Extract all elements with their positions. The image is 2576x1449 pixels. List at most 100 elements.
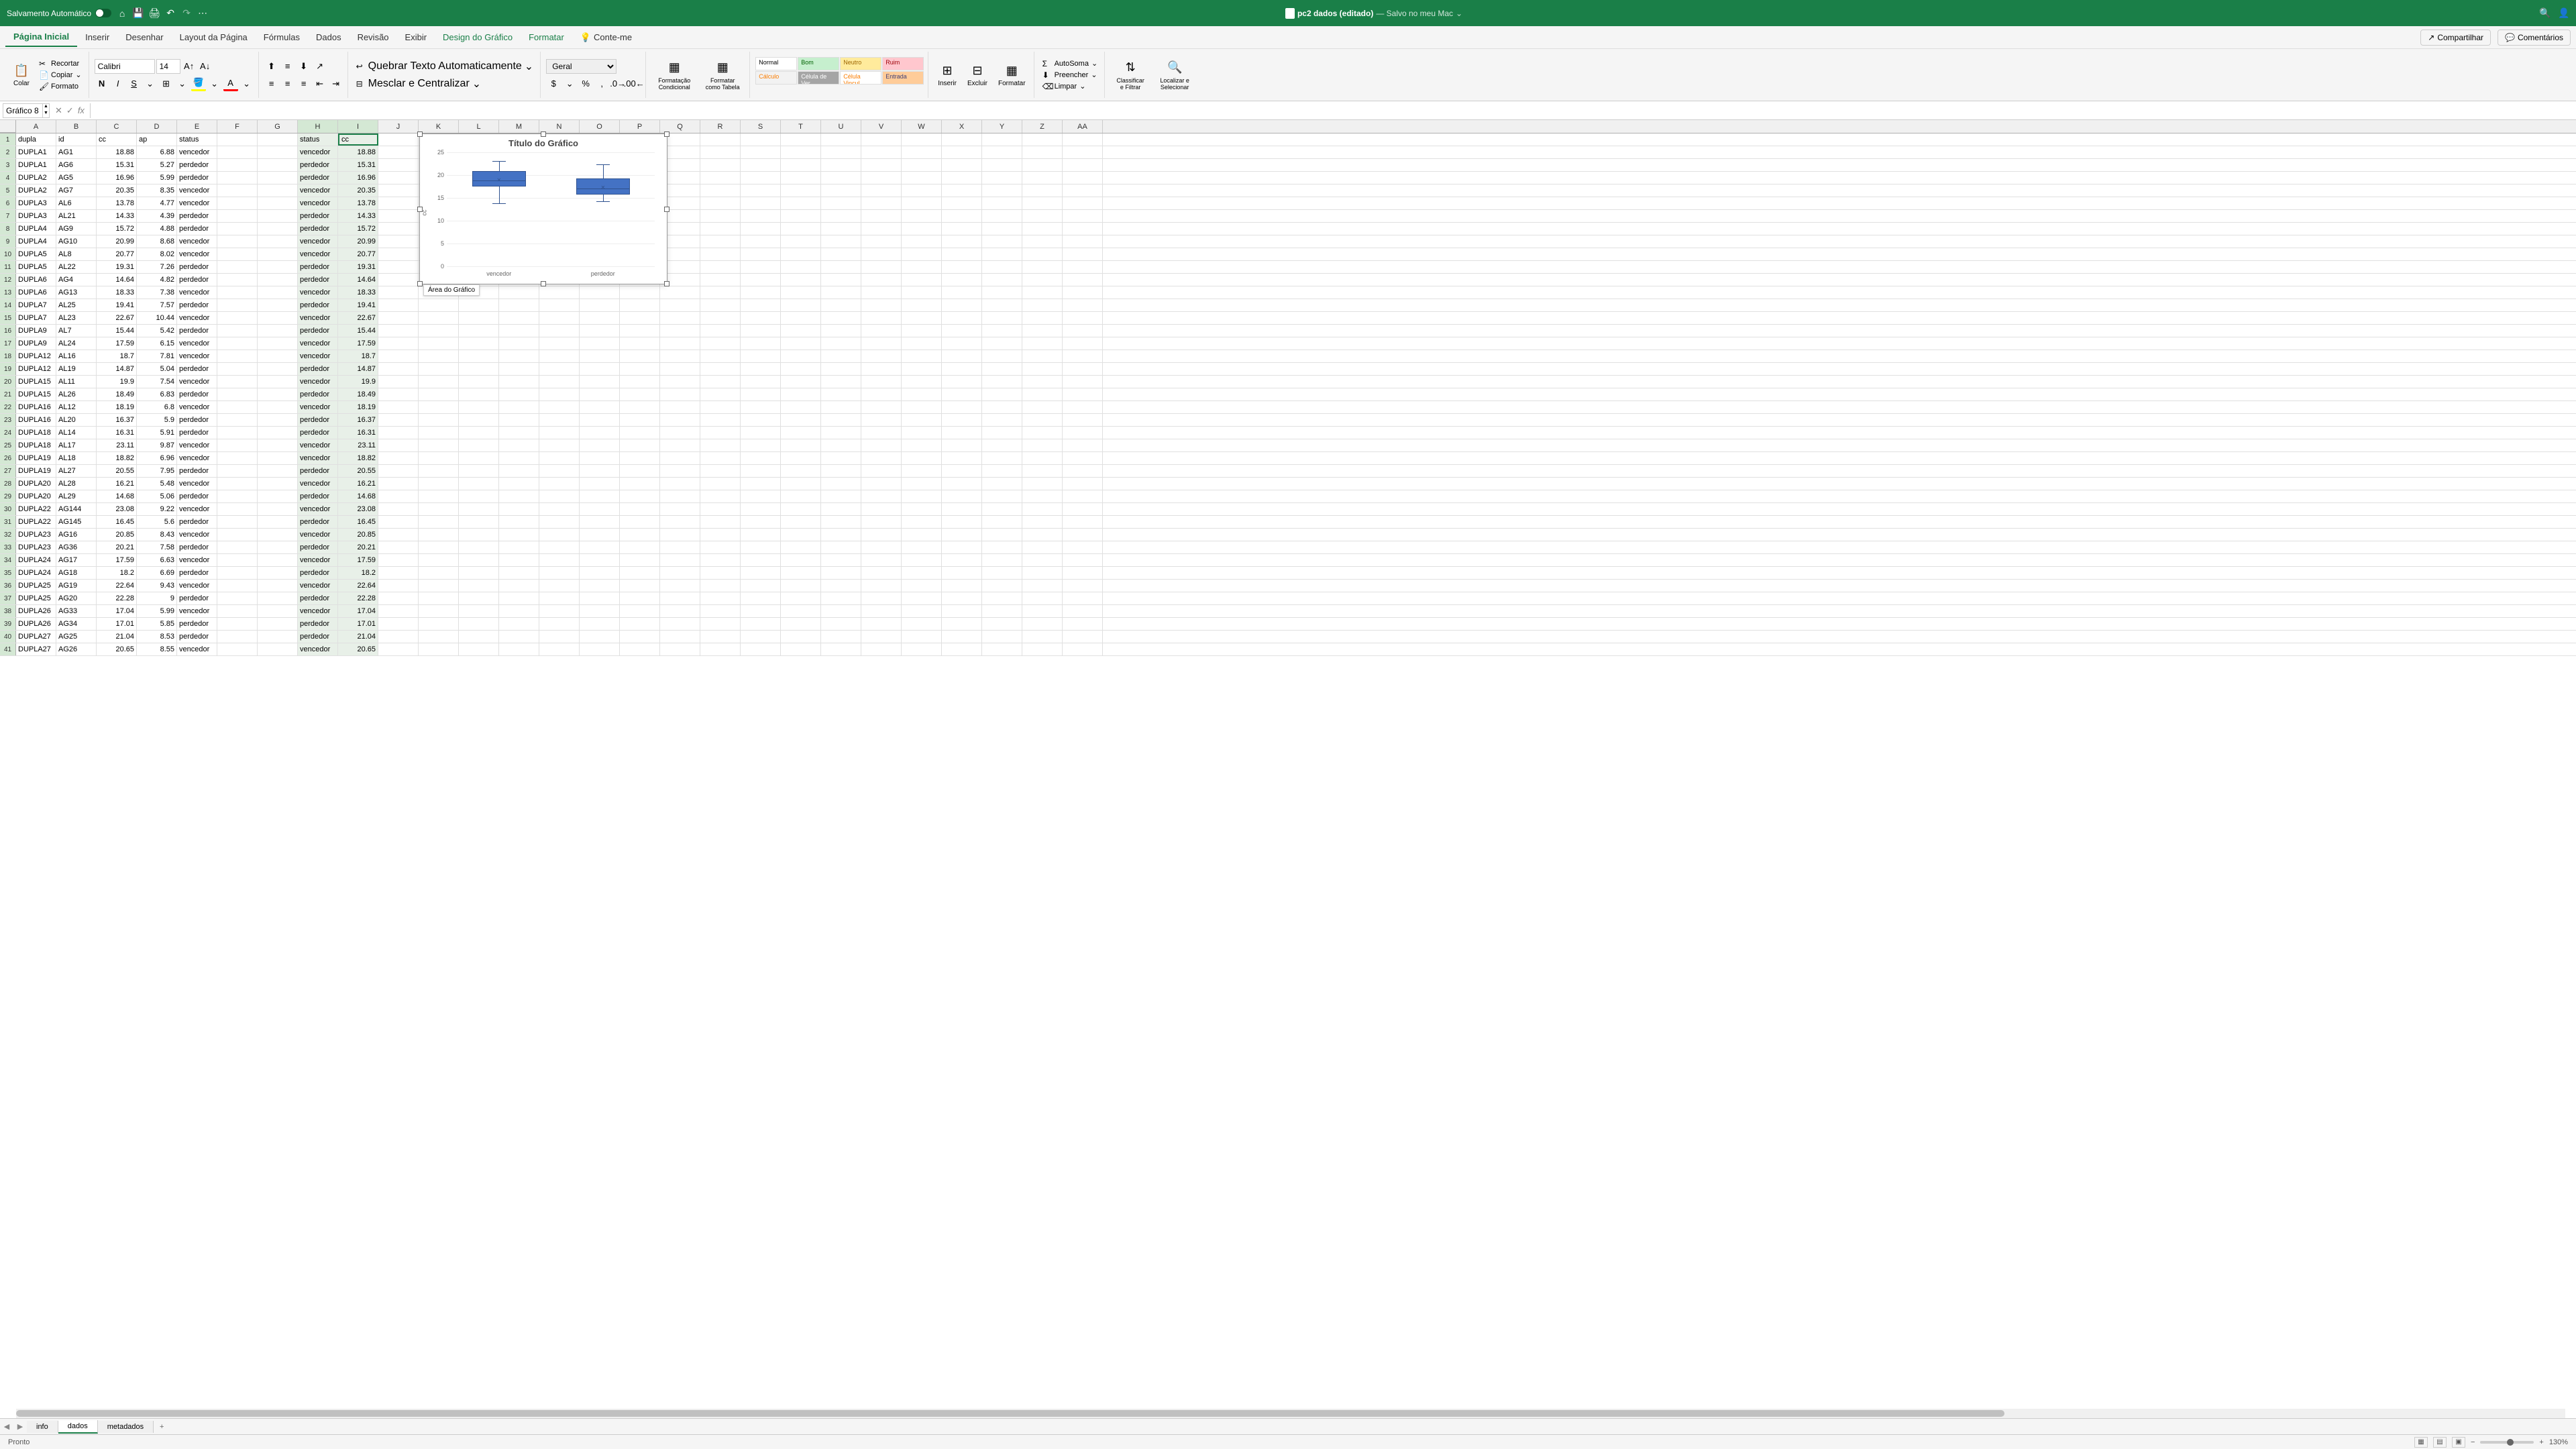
cell[interactable]: vencedor <box>177 197 217 209</box>
cell[interactable] <box>700 490 741 502</box>
account-icon[interactable]: 👤 <box>2559 8 2569 19</box>
cell[interactable]: AL25 <box>56 299 97 311</box>
cell[interactable]: vencedor <box>177 605 217 617</box>
cell[interactable]: 22.64 <box>97 580 137 592</box>
cell[interactable]: DUPLA15 <box>16 376 56 388</box>
cell[interactable] <box>459 465 499 477</box>
cell[interactable] <box>902 516 942 528</box>
cell[interactable] <box>781 363 821 375</box>
cell[interactable] <box>700 439 741 451</box>
cell[interactable] <box>620 376 660 388</box>
cell[interactable] <box>1063 605 1103 617</box>
cell[interactable] <box>700 299 741 311</box>
cell[interactable]: perdedor <box>177 516 217 528</box>
cell[interactable] <box>1063 159 1103 171</box>
cell[interactable] <box>660 605 700 617</box>
cell[interactable]: 19.31 <box>97 261 137 273</box>
cell[interactable] <box>781 643 821 655</box>
cell[interactable] <box>580 503 620 515</box>
cell[interactable]: 5.91 <box>137 427 177 439</box>
cell[interactable] <box>419 376 459 388</box>
cell[interactable] <box>781 401 821 413</box>
cell[interactable] <box>741 503 781 515</box>
cell[interactable]: DUPLA9 <box>16 337 56 350</box>
cell[interactable]: 5.48 <box>137 478 177 490</box>
cell[interactable]: vencedor <box>298 235 338 248</box>
cell[interactable] <box>861 439 902 451</box>
cell[interactable]: 7.57 <box>137 299 177 311</box>
cell[interactable] <box>459 478 499 490</box>
row-header-11[interactable]: 11 <box>0 261 16 273</box>
cell[interactable] <box>419 325 459 337</box>
cell[interactable] <box>982 210 1022 222</box>
tab-page-layout[interactable]: Layout da Página <box>172 28 256 46</box>
cell[interactable]: perdedor <box>177 631 217 643</box>
decrease-indent-button[interactable]: ⇤ <box>313 76 327 91</box>
cell[interactable] <box>217 452 258 464</box>
cell[interactable] <box>1022 274 1063 286</box>
cell[interactable] <box>258 478 298 490</box>
col-header-E[interactable]: E <box>177 120 217 133</box>
print-icon[interactable]: 🖨 <box>149 8 160 19</box>
cell[interactable] <box>378 210 419 222</box>
cell[interactable] <box>499 427 539 439</box>
cell[interactable] <box>942 197 982 209</box>
cell[interactable] <box>1022 146 1063 158</box>
cell[interactable]: DUPLA27 <box>16 643 56 655</box>
page-layout-view-button[interactable]: ▤ <box>2433 1437 2447 1448</box>
font-name-select[interactable] <box>95 59 155 74</box>
cell[interactable] <box>258 286 298 299</box>
cell[interactable] <box>942 541 982 553</box>
cell[interactable] <box>861 554 902 566</box>
cell[interactable] <box>902 567 942 579</box>
cell[interactable]: DUPLA22 <box>16 516 56 528</box>
cell[interactable] <box>459 541 499 553</box>
cell[interactable]: vencedor <box>177 350 217 362</box>
zoom-slider[interactable] <box>2480 1441 2534 1444</box>
row-header-40[interactable]: 40 <box>0 631 16 643</box>
cell[interactable] <box>942 439 982 451</box>
cell[interactable] <box>539 401 580 413</box>
cell[interactable] <box>660 388 700 400</box>
cell[interactable] <box>459 376 499 388</box>
fill-button[interactable]: ⬇Preencher⌄ <box>1040 70 1101 80</box>
cell[interactable] <box>781 554 821 566</box>
cell[interactable] <box>781 210 821 222</box>
cell[interactable] <box>499 541 539 553</box>
cell[interactable] <box>580 490 620 502</box>
cell[interactable] <box>419 516 459 528</box>
cell[interactable] <box>499 465 539 477</box>
col-header-K[interactable]: K <box>419 120 459 133</box>
cell[interactable] <box>700 503 741 515</box>
cell[interactable]: vencedor <box>298 146 338 158</box>
cell[interactable] <box>942 618 982 630</box>
cell[interactable]: DUPLA16 <box>16 414 56 426</box>
row-header-18[interactable]: 18 <box>0 350 16 362</box>
cell[interactable] <box>821 197 861 209</box>
cell[interactable] <box>419 618 459 630</box>
cell[interactable] <box>741 376 781 388</box>
cell[interactable]: DUPLA5 <box>16 248 56 260</box>
cell[interactable] <box>660 516 700 528</box>
cell[interactable]: vencedor <box>298 337 338 350</box>
cell[interactable]: 8.55 <box>137 643 177 655</box>
col-header-Z[interactable]: Z <box>1022 120 1063 133</box>
cell[interactable]: 16.21 <box>97 478 137 490</box>
cell[interactable] <box>982 363 1022 375</box>
cell[interactable] <box>378 337 419 350</box>
cell[interactable] <box>861 643 902 655</box>
cell[interactable] <box>539 529 580 541</box>
cell[interactable] <box>942 146 982 158</box>
cell[interactable] <box>700 427 741 439</box>
cell[interactable] <box>258 401 298 413</box>
cell[interactable]: DUPLA25 <box>16 580 56 592</box>
format-cells-button[interactable]: ▦Formatar <box>994 61 1030 89</box>
cell[interactable] <box>821 618 861 630</box>
col-header-T[interactable]: T <box>781 120 821 133</box>
cell[interactable] <box>499 567 539 579</box>
cell[interactable] <box>700 580 741 592</box>
cell[interactable]: vencedor <box>177 580 217 592</box>
search-icon[interactable]: 🔍 <box>2540 8 2551 19</box>
cell[interactable]: perdedor <box>177 299 217 311</box>
cell[interactable] <box>861 414 902 426</box>
